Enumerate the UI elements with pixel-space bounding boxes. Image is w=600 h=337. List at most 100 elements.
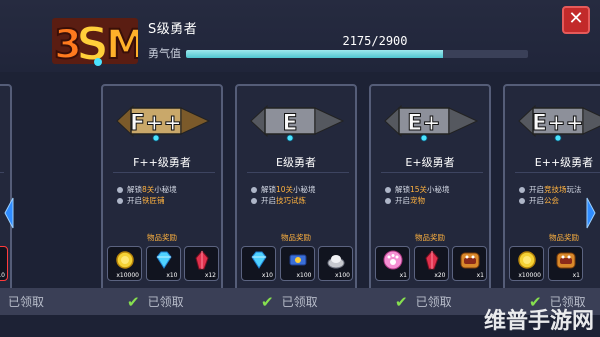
rank-card-title: E级勇者: [276, 156, 316, 169]
reward-title: 物品奖励: [415, 233, 445, 242]
reward-quantity: x1: [476, 272, 484, 279]
svg-text:E+: E+: [407, 111, 440, 136]
red-crystal-icon: [191, 250, 213, 270]
pink-paw-icon: [382, 250, 404, 270]
perk-prefix: 开启: [127, 196, 142, 205]
close-icon: ✕: [568, 8, 584, 29]
reward-quantity: x10: [261, 272, 273, 279]
perk-suffix: 玩法: [566, 185, 582, 194]
reward-list: x1 x20 x1: [375, 246, 487, 281]
reward-list: x10000 x10 x12: [107, 246, 219, 281]
reward-slot[interactable]: x100: [318, 246, 353, 281]
gold-coin-icon: [114, 250, 136, 270]
rank-emblem-icon: E++: [517, 98, 600, 144]
perk-highlight: 宠物: [410, 196, 425, 205]
scroll-right-arrow[interactable]: [585, 196, 597, 230]
perk-prefix: 开启: [261, 196, 276, 205]
reward-slot[interactable]: x20: [413, 246, 449, 281]
perk-list: 解锁 15关 小秘境 开启 宠物: [385, 184, 489, 206]
perk-prefix: 开启: [529, 185, 544, 194]
close-button[interactable]: ✕: [562, 6, 590, 34]
red-crystal-icon: [421, 250, 443, 270]
bullet-icon: [385, 197, 391, 204]
rank-emblem-icon: F++: [115, 98, 211, 144]
perk-suffix: 小秘境: [427, 185, 450, 194]
perk-item: 解锁 15关 小秘境: [385, 184, 489, 195]
bullet-icon: [385, 186, 391, 193]
reward-quantity: x10: [0, 272, 5, 279]
perk-item: 解锁 8关 小秘境: [117, 184, 221, 195]
divider: [247, 172, 349, 173]
perk-item: 开启 铁匠铺: [117, 195, 221, 206]
bullet-icon: [117, 186, 123, 193]
perk-prefix: 开启: [529, 196, 544, 205]
svg-text:E++: E++: [532, 111, 584, 136]
perk-item: 开启 宠物: [385, 195, 489, 206]
perk-list: 解锁 8关 小秘境 开启 铁匠铺: [117, 184, 221, 206]
perk-prefix: 解锁: [261, 185, 276, 194]
reward-title: 物品奖励: [147, 233, 177, 242]
reward-slot[interactable]: x10000: [509, 246, 544, 281]
reward-quantity: x12: [204, 272, 216, 279]
reward-quantity: x100: [334, 272, 350, 279]
perk-prefix: 解锁: [127, 185, 142, 194]
header-bar: 3 S M S级勇者 勇气值 2175/2900 ✕: [0, 0, 600, 72]
rank-card: E E级勇者解锁 10关 小秘境 开启 技巧试炼物品奖励 x10 x100 x100: [235, 84, 357, 310]
rank-card-title: E+级勇者: [405, 156, 455, 169]
claimed-label: 已领取: [147, 295, 184, 309]
claimed-button[interactable]: 已领取: [8, 288, 44, 315]
reward-list: x10 x100 x100: [241, 246, 353, 281]
reward-slot[interactable]: x10: [145, 246, 181, 281]
perk-list: 每任务: [0, 184, 10, 195]
divider: [381, 172, 483, 173]
reward-quantity: x10: [166, 272, 178, 279]
claimed-label: 已领取: [8, 295, 45, 309]
courage-label: 勇气值: [148, 47, 181, 60]
perk-item: 开启 竞技场 玩法: [519, 184, 600, 195]
rank-card-title: +级勇者: [0, 154, 10, 170]
divider: [113, 172, 215, 173]
reward-title: 物品奖励: [549, 233, 579, 242]
svg-text:S: S: [76, 17, 109, 68]
reward-slot[interactable]: x100: [279, 246, 315, 281]
perk-highlight: 铁匠铺: [142, 196, 165, 205]
claimed-button[interactable]: ✔ 已领取: [395, 288, 452, 315]
perk-highlight: 技巧试炼: [276, 196, 306, 205]
reward-slot[interactable]: x1: [548, 246, 583, 281]
courage-value: 2175/2900: [342, 34, 408, 48]
reward-slot[interactable]: x10: [241, 246, 276, 281]
claimed-button[interactable]: ✔ 已领取: [261, 288, 318, 315]
rank-card: F++ F++级勇者解锁 8关 小秘境 开启 铁匠铺物品奖励 x10000 x10 x12: [101, 84, 223, 310]
check-icon: ✔: [395, 292, 408, 311]
perk-suffix: 小秘境: [154, 185, 177, 194]
perk-item: 开启 技巧试炼: [251, 195, 355, 206]
reward-slot[interactable]: x1: [452, 246, 487, 281]
bullet-icon: [251, 197, 257, 204]
svg-text:E: E: [282, 111, 297, 136]
reward-slot[interactable]: x12: [184, 246, 219, 281]
svg-text:F++: F++: [130, 111, 182, 136]
scroll-left-arrow[interactable]: [3, 196, 15, 230]
diamond-icon: [153, 250, 175, 270]
silver-ore-icon: [325, 250, 347, 270]
perk-prefix: 开启: [395, 196, 410, 205]
rank-emblem-icon: E: [249, 98, 345, 144]
reward-slot[interactable]: x1: [375, 246, 410, 281]
rank-title: S级勇者: [148, 22, 198, 37]
gold-coin-icon: [516, 250, 538, 270]
diamond-icon: [0, 250, 2, 270]
divider: [515, 172, 600, 173]
rank-emblem-icon: E+: [383, 98, 479, 144]
rank-card-title: F++级勇者: [133, 156, 191, 169]
reward-list: x10000 x1: [509, 246, 600, 281]
reward-title: 物品奖励: [281, 233, 311, 242]
reward-slot[interactable]: x10: [0, 246, 8, 281]
rank-card: E+ E+级勇者 解锁 15关 小秘境 开启 宠物 物品奖励 x1 x20 x1: [369, 84, 491, 310]
bullet-icon: [519, 186, 525, 193]
claimed-button[interactable]: ✔ 已领取: [127, 288, 184, 315]
reward-slot[interactable]: x10000: [107, 246, 142, 281]
claimed-label: 已领取: [415, 295, 452, 309]
perk-highlight: 10关: [276, 185, 294, 194]
perk-list: 解锁 10关 小秘境 开启 技巧试炼: [251, 184, 355, 206]
perk-item: 每任务: [0, 184, 10, 195]
